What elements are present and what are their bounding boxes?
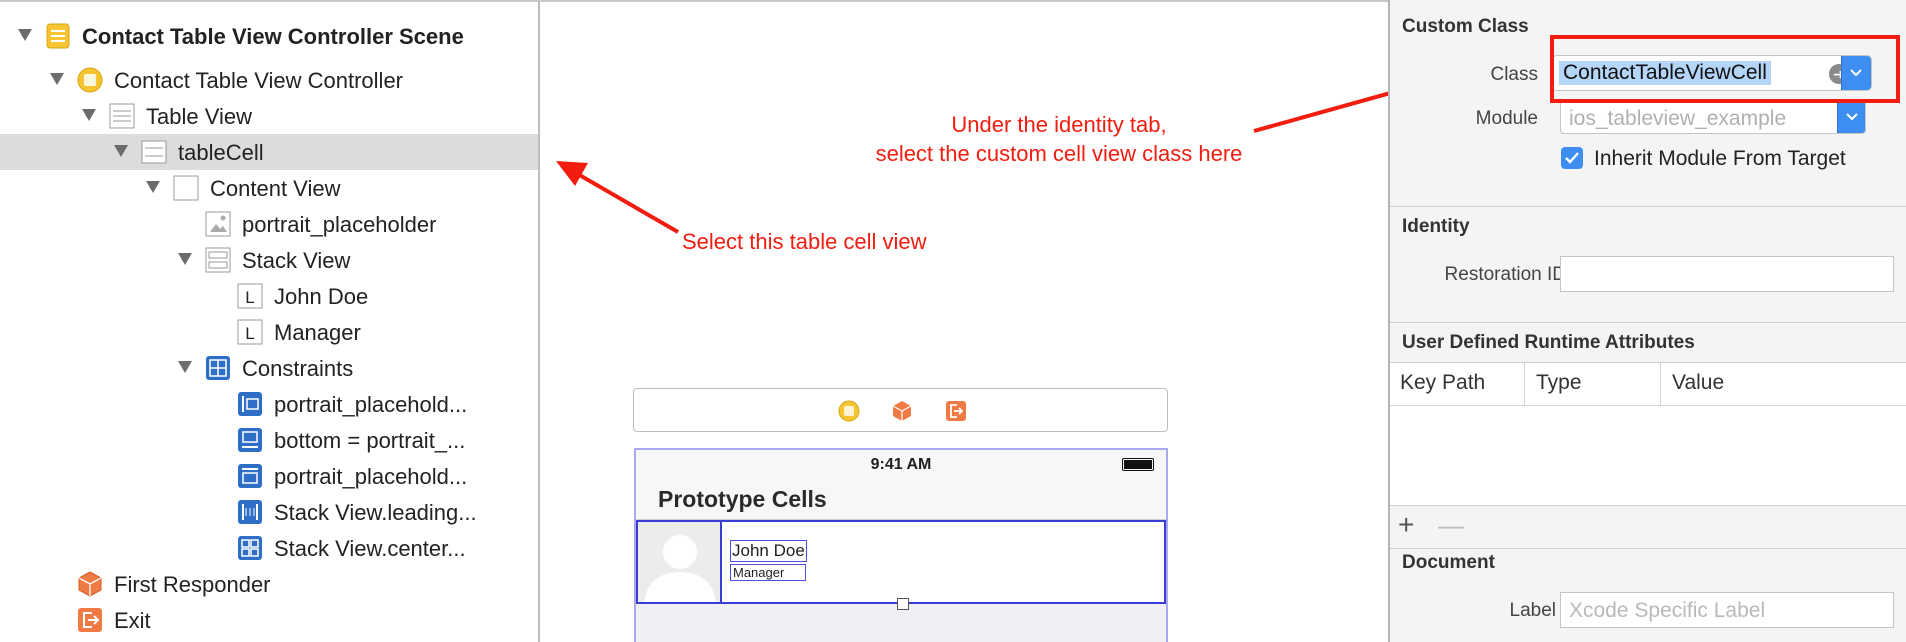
checkmark-icon [1565,152,1579,164]
chevron-down-icon [1846,113,1858,121]
runtime-attributes-table[interactable]: Key Path Type Value [1390,362,1906,506]
document-title: Document [1402,552,1495,573]
column-header-type[interactable]: Type [1536,371,1582,395]
custom-class-title: Custom Class [1402,16,1529,37]
module-combo-field[interactable]: ios_tableview_example [1560,100,1866,134]
inherit-module-checkbox[interactable] [1561,147,1583,169]
inherit-module-label[interactable]: Inherit Module From Target [1594,147,1846,171]
remove-attribute-button[interactable]: — [1438,512,1464,538]
section-divider [1390,322,1906,323]
class-field-highlight [1550,35,1900,103]
header-divider [1390,405,1906,406]
document-label-label: Label [1509,600,1557,621]
document-label-input[interactable]: Xcode Specific Label [1560,592,1894,628]
module-label: Module [1475,108,1538,129]
document-label-placeholder: Xcode Specific Label [1569,599,1766,622]
class-label: Class [1490,64,1538,85]
arrow-to-table-cell [556,161,680,234]
section-divider [1390,206,1906,207]
restoration-id-input[interactable] [1560,256,1894,292]
column-header-value[interactable]: Value [1672,371,1724,395]
module-placeholder: ios_tableview_example [1569,107,1787,130]
identity-title: Identity [1402,216,1470,237]
add-attribute-button[interactable]: + [1398,511,1414,539]
restoration-id-label: Restoration ID [1444,264,1566,285]
section-divider [1390,548,1906,549]
column-divider [1660,363,1661,405]
runtime-attributes-title: User Defined Runtime Attributes [1402,332,1695,353]
column-divider [1524,363,1525,405]
module-dropdown-button[interactable] [1837,101,1865,133]
column-header-key-path[interactable]: Key Path [1400,371,1485,395]
